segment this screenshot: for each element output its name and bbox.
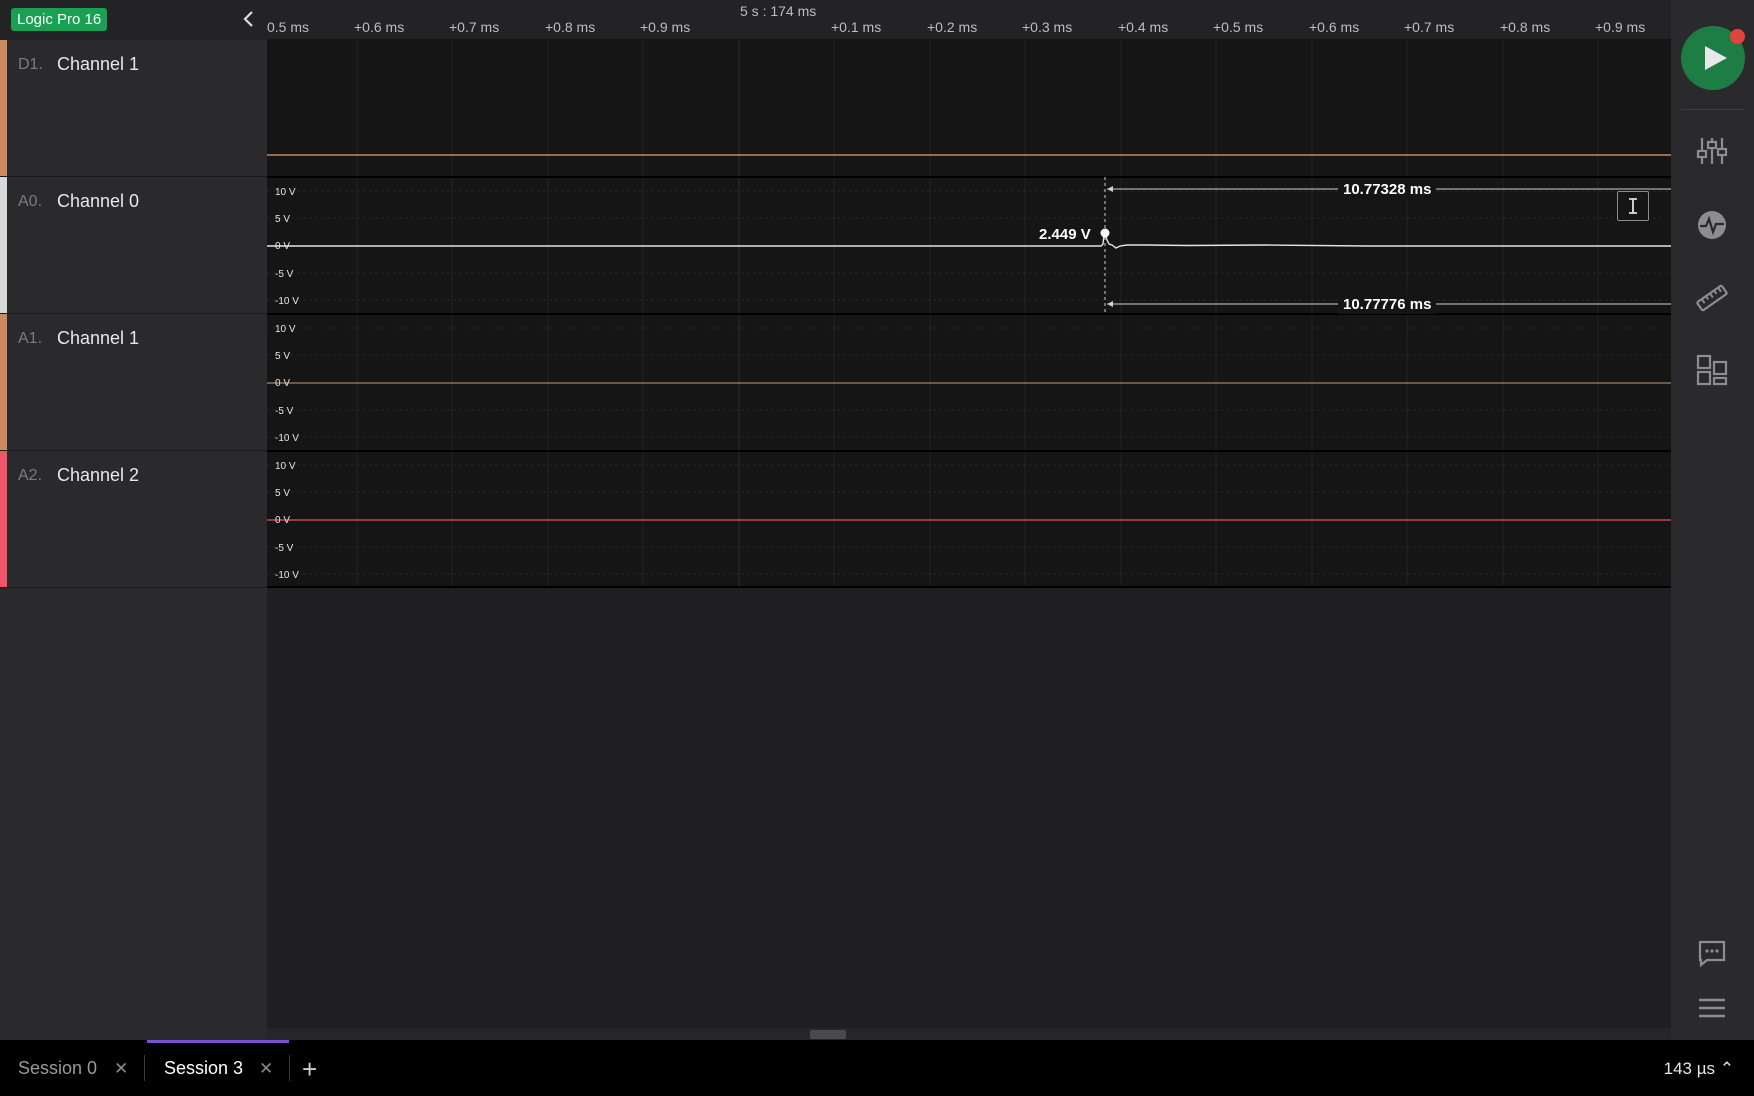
time-ruler[interactable]: 5 s : 174 ms 0.5 ms +0.6 ms +0.7 ms +0.8… [267,0,1671,40]
tick-label: +0.1 ms [831,19,882,35]
recording-indicator [1730,29,1745,44]
voltage-label: 0 V [275,378,290,389]
session-tab-bar: Session 0 ✕ Session 3 ✕ + 143 µs ⌃ [0,1040,1754,1096]
tab-session-3[interactable]: Session 3 ✕ [147,1040,289,1096]
channel-prefix: A2. [18,467,43,484]
scrollbar-thumb[interactable] [810,1030,846,1039]
voltage-label: 10 V [275,461,296,472]
tick-label: +0.6 ms [354,19,405,35]
tick-label: +0.8 ms [545,19,596,35]
voltage-label: -10 V [275,570,299,581]
empty-channel-area [267,588,1671,1028]
sidebar-divider [1681,109,1744,110]
chat-icon[interactable] [1695,936,1729,970]
ruler-icon[interactable] [1695,281,1729,315]
channel-row-a1[interactable]: A1. Channel 1 [0,314,267,451]
channel-color-bar [0,177,7,313]
tick-label: +0.4 ms [1118,19,1169,35]
cursor-value-label: 2.449 V [1039,226,1091,243]
channel-panel: Logic Pro 16 D1. Channel 1 A0. Channel 0… [0,0,267,1040]
tick-label: +0.2 ms [927,19,978,35]
duration-top-label: 10.77328 ms [1343,181,1431,198]
sliders-icon[interactable] [1695,134,1729,168]
text-cursor-icon [1629,198,1637,214]
zoom-readout[interactable]: 143 µs ⌃ [1664,1059,1734,1079]
text-cursor-button[interactable] [1617,191,1649,221]
tick-label: +0.7 ms [449,19,500,35]
duration-bottom-label: 10.77776 ms [1343,296,1431,313]
channel-prefix: A0. [18,193,43,210]
tab-label[interactable]: Session 0 [18,1058,97,1079]
close-icon[interactable]: ✕ [259,1059,273,1079]
voltage-label: -10 V [275,433,299,444]
voltage-label: 0 V [275,241,290,252]
right-sidebar [1671,0,1754,1040]
voltage-label: 5 V [275,488,290,499]
channel-row-d1[interactable]: D1. Channel 1 [0,40,267,177]
menu-icon[interactable] [1695,991,1729,1025]
tick-label: +0.7 ms [1404,19,1455,35]
time-center-label: 5 s : 174 ms [740,3,817,19]
waveform-area[interactable]: 2.449 V 10.77328 ms 10.77776 ms 10 V 5 V… [267,40,1671,588]
a0-trace [267,231,1671,249]
voltage-label: -5 V [275,406,294,417]
channel-color-bar [0,314,7,450]
extensions-icon[interactable] [1695,353,1729,387]
tab-separator [144,1055,145,1081]
voltage-label: -5 V [275,543,294,554]
channel-row-a2[interactable]: A2. Channel 2 [0,451,267,588]
tick-label: +0.3 ms [1022,19,1073,35]
channel-row-a0[interactable]: A0. Channel 0 [0,177,267,314]
channel-name[interactable]: Channel 1 [57,328,139,349]
voltage-label: 10 V [275,324,296,335]
channel-name[interactable]: Channel 2 [57,465,139,486]
tab-label[interactable]: Session 3 [164,1058,243,1079]
plus-icon[interactable]: + [302,1054,317,1085]
device-badge[interactable]: Logic Pro 16 [11,8,108,31]
tab-session-0[interactable]: Session 0 ✕ [0,1040,144,1096]
channel-color-bar [0,40,7,176]
tick-label: +0.5 ms [1213,19,1264,35]
tick-label: +0.6 ms [1309,19,1360,35]
channel-name[interactable]: Channel 0 [57,191,139,212]
channel-name[interactable]: Channel 1 [57,54,139,75]
tick-label: +0.8 ms [1500,19,1551,35]
voltage-label: 5 V [275,214,290,225]
voltage-label: -10 V [275,296,299,307]
tick-label: 0.5 ms [267,19,310,35]
channel-prefix: D1. [18,56,43,73]
horizontal-scrollbar[interactable] [267,1028,1671,1040]
voltage-label: 5 V [275,351,290,362]
voltage-label: -5 V [275,269,294,280]
close-icon[interactable]: ✕ [114,1059,128,1079]
analyzer-icon[interactable] [1695,208,1729,242]
cursor-point[interactable] [1100,228,1110,238]
voltage-label: 0 V [275,515,290,526]
collapse-chevron-icon[interactable] [238,8,260,30]
tab-separator [289,1055,290,1081]
tick-label: +0.9 ms [640,19,691,35]
channel-color-bar [0,451,7,587]
tick-label: +0.9 ms [1595,19,1646,35]
channel-prefix: A1. [18,330,43,347]
voltage-label: 10 V [275,187,296,198]
device-header: Logic Pro 16 [0,0,267,40]
